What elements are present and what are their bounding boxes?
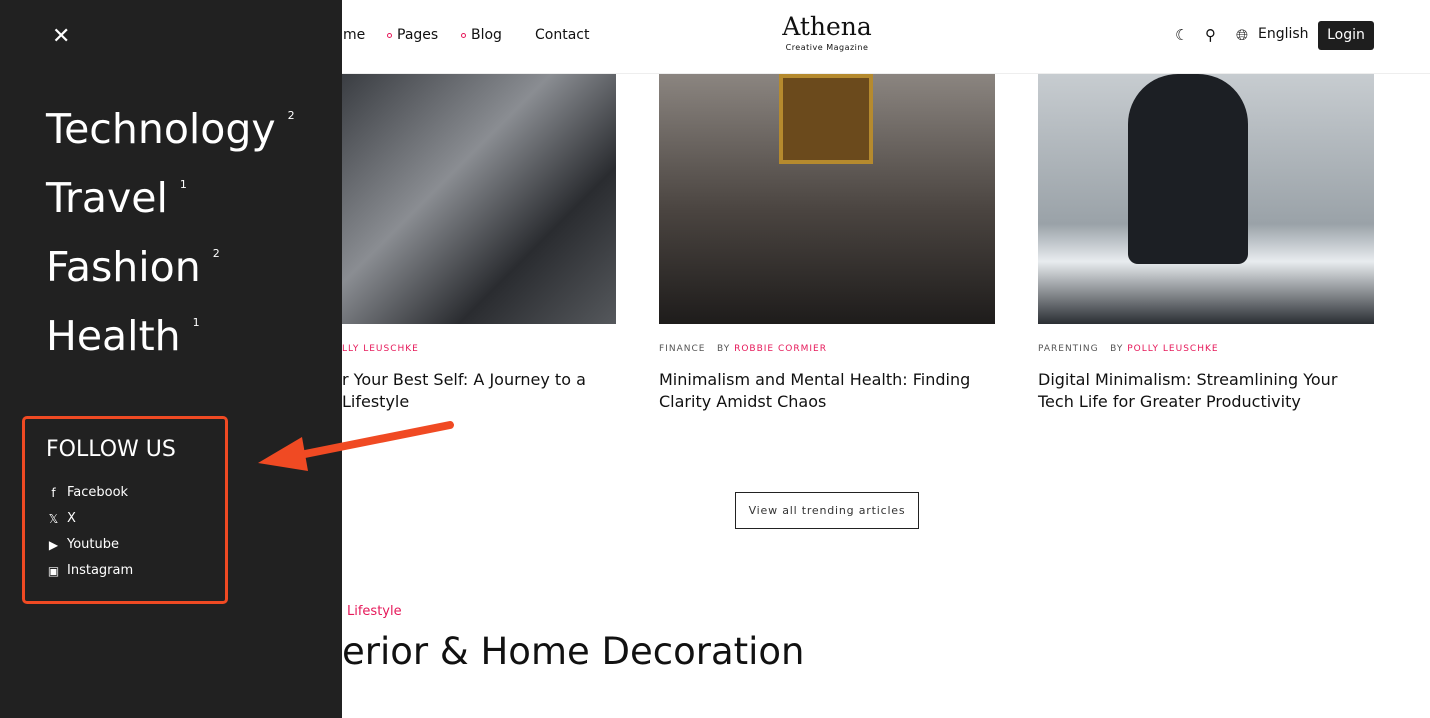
view-all-trending-button[interactable]: View all trending articles [735,492,919,529]
nav-pages[interactable]: Pages [387,27,438,43]
side-drawer: ✕ Technology 2 Travel 1 Fashion 2 Health 1 F… [0,0,342,718]
category-name: Health [46,312,181,360]
category-fashion[interactable]: Fashion 2 [46,243,220,291]
section-tag[interactable]: Lifestyle [347,604,402,619]
article-image[interactable] [342,74,616,324]
section-title: erior & Home Decoration [342,630,805,673]
logo-title: Athena [782,12,872,41]
social-youtube[interactable]: ▶ Youtube [46,537,119,552]
article-meta: LLY LEUSCHKE [342,344,419,354]
language-selector[interactable]: English [1258,26,1309,42]
category-label[interactable]: FINANCE [659,344,705,354]
x-icon: 𝕏 [48,511,59,526]
social-instagram[interactable]: ▣ Instagram [46,563,133,578]
follow-us-section: FOLLOW US f Facebook 𝕏X ▶ Youtube ▣ Instagr… [22,416,228,604]
article-image[interactable] [659,74,995,324]
social-x[interactable]: 𝕏X [46,511,76,526]
category-health[interactable]: Health 1 [46,312,200,360]
nav-blog[interactable]: Blog [461,27,502,43]
category-name: Technology [46,105,276,153]
category-travel[interactable]: Travel 1 [46,174,187,222]
logo[interactable]: Athena Creative Magazine [760,12,894,52]
painting [779,74,873,164]
dropdown-dot-icon [461,32,466,38]
dropdown-dot-icon [387,32,392,38]
article-meta: FINANCE BY ROBBIE CORMIER [659,344,827,354]
facebook-icon: f [51,485,56,500]
article-title[interactable]: Minimalism and Mental Health: Finding Cl… [659,369,999,413]
author-link[interactable]: ROBBIE CORMIER [734,344,827,354]
by-label: BY [1110,344,1124,354]
author-link[interactable]: POLLY LEUSCHKE [1127,344,1218,354]
category-count: 1 [179,178,187,191]
logo-subtitle: Creative Magazine [785,43,869,52]
nav-home[interactable]: me [343,27,365,43]
youtube-icon: ▶ [48,537,59,552]
category-label[interactable]: PARENTING [1038,344,1099,354]
social-label: X [67,511,76,526]
nav-pages-label: Pages [397,27,439,43]
category-name: Travel [46,174,168,222]
article-title[interactable]: r Your Best Self: A Journey to a Lifesty… [342,369,602,413]
dark-mode-moon-icon[interactable]: ☾ [1175,26,1188,44]
person-silhouette [1128,74,1248,264]
category-count: 2 [212,247,220,260]
globe-icon[interactable]: 🌐︎ [1236,26,1248,44]
social-label: Facebook [67,485,129,500]
social-label: Instagram [67,563,134,578]
category-count: 2 [287,109,295,122]
category-name: Fashion [46,243,201,291]
nav-contact[interactable]: Contact [535,27,589,43]
login-button[interactable]: Login [1318,21,1374,50]
close-icon[interactable]: ✕ [52,24,70,49]
article-title[interactable]: Digital Minimalism: Streamlining Your Te… [1038,369,1378,413]
category-count: 1 [192,316,200,329]
article-meta: PARENTING BY POLLY LEUSCHKE [1038,344,1219,354]
by-label: BY [717,344,731,354]
author-link[interactable]: LLY LEUSCHKE [342,344,419,354]
article-image[interactable] [1038,74,1374,324]
annotation-arrow-icon [258,421,454,471]
category-technology[interactable]: Technology 2 [46,105,295,153]
follow-us-heading: FOLLOW US [46,437,176,462]
nav-blog-label: Blog [471,27,502,43]
social-facebook[interactable]: f Facebook [46,485,128,500]
search-icon[interactable]: ⚲ [1205,26,1216,44]
social-label: Youtube [67,537,119,552]
instagram-icon: ▣ [47,563,60,578]
